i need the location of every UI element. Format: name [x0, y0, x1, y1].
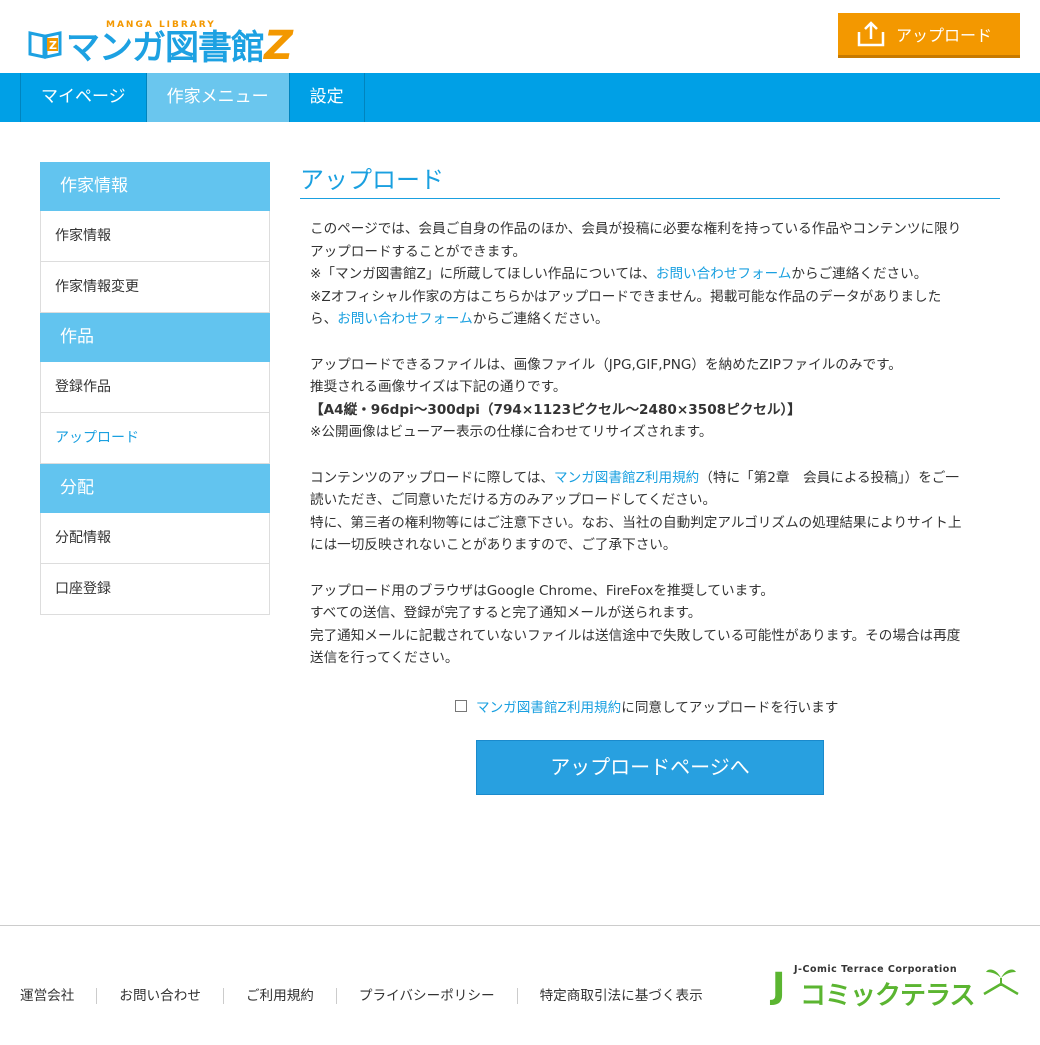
nav-item-mypage[interactable]: マイページ: [21, 73, 147, 122]
upload-button[interactable]: アップロード: [838, 13, 1020, 58]
contact-form-link[interactable]: お問い合わせフォーム: [656, 266, 792, 282]
footer-links: 運営会社 お問い合わせ ご利用規約 プライバシーポリシー 特定商取引法に基づく表…: [20, 988, 725, 1004]
text: （特に「第2章 会員による投稿」）をご一: [699, 469, 959, 486]
upload-icon: [857, 21, 885, 47]
nav-item-settings[interactable]: 設定: [290, 73, 365, 122]
header: Z マンガ図書館Z MANGA LIBRARY アップロード: [0, 0, 1040, 73]
sidebar-item-upload[interactable]: アップロード: [40, 413, 270, 464]
page-title: アップロード: [300, 160, 1000, 199]
text-line: ※Zオフィシャル作家の方はこちらかはアップロードできません。掲載可能な作品のデー…: [310, 288, 942, 305]
text-line: アップロード用のブラウザはGoogle Chrome、FireFoxを推奨してい…: [310, 582, 775, 599]
sidebar-item-author-info[interactable]: 作家情報: [40, 211, 270, 262]
footer-link-contact[interactable]: お問い合わせ: [96, 988, 223, 1004]
text-line: ※「マンガ図書館Z」に所蔵してほしい作品については、お問い合わせフォームからご連…: [310, 263, 990, 286]
text-line: ※公開画像はビューアー表示の仕様に合わせてリサイズされます。: [310, 424, 713, 441]
text-line: このページでは、会員ご自身の作品のほか、会員が投稿に必要な権利を持っている作品や…: [310, 221, 962, 237]
company-logo-text: コミックテラス: [800, 981, 975, 1011]
terms-link[interactable]: マンガ図書館Z利用規約: [554, 470, 699, 486]
text-line: ら、お問い合わせフォームからご連絡ください。: [310, 308, 990, 331]
intro-paragraph: このページでは、会員ご自身の作品のほか、会員が投稿に必要な権利を持っている作品や…: [310, 218, 990, 331]
text: からご連絡ください。: [472, 311, 609, 328]
footer-link-terms[interactable]: ご利用規約: [222, 988, 336, 1004]
logo-text: マンガ図書館Z: [66, 23, 293, 69]
browser-paragraph: アップロード用のブラウザはGoogle Chrome、FireFoxを推奨してい…: [310, 580, 990, 670]
agree-label: に同意してアップロードを行います: [621, 700, 839, 716]
footer-link-privacy[interactable]: プライバシーポリシー: [335, 988, 517, 1004]
terms-paragraph: コンテンツのアップロードに際しては、マンガ図書館Z利用規約（特に「第2章 会員に…: [310, 467, 990, 557]
sidebar: 作家情報 作家情報 作家情報変更 作品 登録作品 アップロード 分配 分配情報 …: [40, 162, 270, 615]
text-line: 推奨される画像サイズは下記の通りです。: [310, 379, 567, 396]
text-line: すべての送信、登録が完了すると完了通知メールが送られます。: [310, 605, 702, 622]
text-line: 完了通知メールに記載されていないファイルは送信途中で失敗している可能性があります…: [310, 627, 961, 644]
agree-checkbox[interactable]: [455, 700, 467, 712]
leaf-book-icon: [983, 969, 1019, 996]
go-to-upload-page-button[interactable]: アップロードページへ: [476, 740, 824, 795]
upload-button-label: アップロード: [896, 26, 993, 45]
main-content: アップロード このページでは、会員ご自身の作品のほか、会員が投稿に必要な権利を持…: [300, 160, 1000, 795]
text-line: 送信を行ってください。: [310, 650, 459, 667]
sidebar-heading-works: 作品: [40, 313, 270, 362]
text: ら、: [310, 311, 338, 328]
sidebar-item-distribution-info[interactable]: 分配情報: [40, 513, 270, 564]
svg-text:Z: Z: [49, 39, 57, 52]
text-line: コンテンツのアップロードに際しては、マンガ図書館Z利用規約（特に「第2章 会員に…: [310, 467, 990, 490]
footer-link-company[interactable]: 運営会社: [20, 988, 96, 1004]
text: コンテンツのアップロードに際しては、: [310, 469, 555, 486]
logo-subtitle: MANGA LIBRARY: [106, 20, 216, 30]
book-icon: Z: [28, 31, 62, 59]
sidebar-item-author-info-edit[interactable]: 作家情報変更: [40, 262, 270, 313]
sidebar-heading-distribution: 分配: [40, 464, 270, 513]
footer-link-commercial-law[interactable]: 特定商取引法に基づく表示: [516, 988, 725, 1004]
sidebar-heading-author-info: 作家情報: [40, 162, 270, 211]
text-line: には一切反映されないことがありますので、ご了承下さい。: [310, 537, 677, 554]
logo-z: Z: [264, 23, 293, 69]
agree-terms-link[interactable]: マンガ図書館Z利用規約: [476, 696, 621, 716]
sidebar-item-account-registration[interactable]: 口座登録: [40, 564, 270, 615]
nav-item-author-menu[interactable]: 作家メニュー: [146, 73, 290, 122]
contact-form-link-2[interactable]: お問い合わせフォーム: [337, 311, 473, 327]
sidebar-item-registered-works[interactable]: 登録作品: [40, 362, 270, 413]
text-line: 読いただき、ご同意いただける方のみアップロードしてください。: [310, 492, 717, 509]
upload-description: このページでは、会員ご自身の作品のほか、会員が投稿に必要な権利を持っている作品や…: [300, 199, 1000, 670]
text: ※「マンガ図書館Z」に所蔵してほしい作品については、: [310, 266, 656, 283]
footer: 運営会社 お問い合わせ ご利用規約 プライバシーポリシー 特定商取引法に基づく表…: [0, 925, 1040, 1045]
text-line: アップロードできるファイルは、画像ファイル（JPG,GIF,PNG）を納めたZI…: [310, 356, 902, 373]
text-line: アップロードすることができます。: [310, 243, 527, 260]
text-line: 特に、第三者の権利物等にはご注意下さい。なお、当社の自動判定アルゴリズムの処理結…: [310, 514, 962, 531]
company-logo[interactable]: J-Comic Terrace Corporation J コミックテラス: [770, 962, 1022, 1011]
file-format-paragraph: アップロードできるファイルは、画像ファイル（JPG,GIF,PNG）を納めたZI…: [310, 354, 990, 444]
agree-row: マンガ図書館Z利用規約 に同意してアップロードを行います: [455, 696, 838, 716]
company-logo-j: J: [772, 966, 786, 1007]
main-nav: マイページ 作家メニュー 設定: [0, 73, 1040, 122]
image-size-spec: 【A4縦・96dpi～300dpi（794×1123ピクセル～2480×3508…: [310, 401, 801, 418]
company-logo-subtitle: J-Comic Terrace Corporation: [794, 964, 958, 975]
text: からご連絡ください。: [791, 266, 928, 283]
